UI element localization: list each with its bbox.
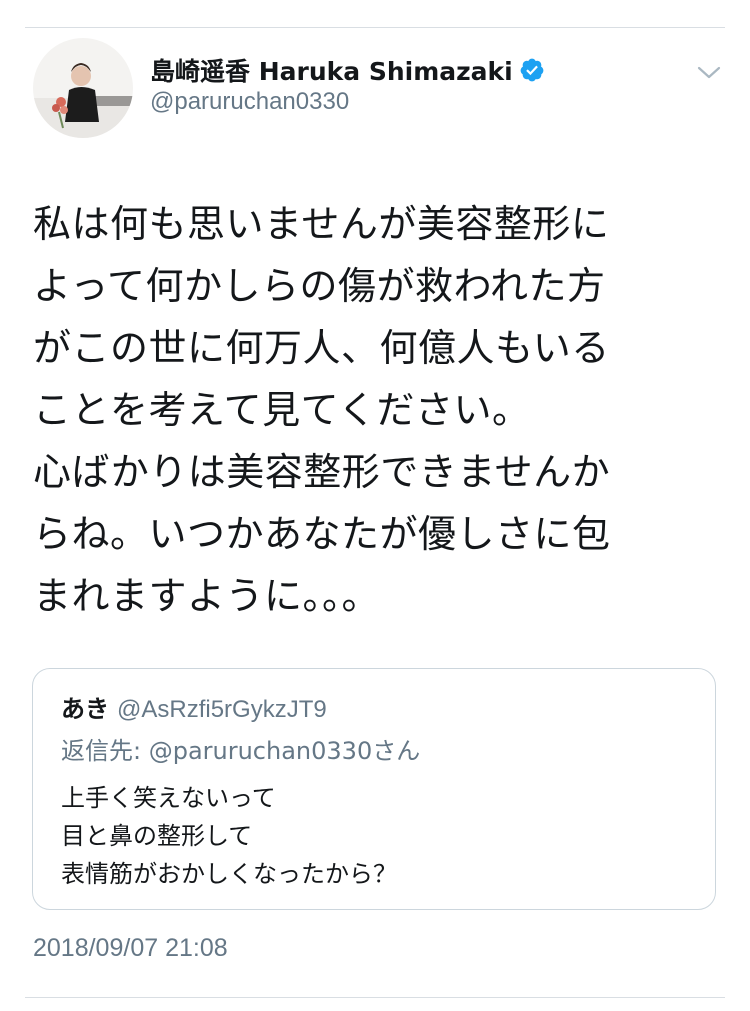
quoted-line: 表情筋がおかしくなったから？ — [61, 860, 397, 888]
quoted-line: 上手く笑えないって — [61, 784, 276, 812]
tweet-line: ことを考えて見てください。 — [33, 388, 531, 432]
top-divider — [25, 27, 725, 28]
author-display-name[interactable]: 島崎遥香 Haruka Shimazaki — [150, 52, 513, 88]
quoted-author-name: あき — [61, 695, 109, 723]
tweet-line: らね。いつかあなたが優しさに包 — [33, 512, 611, 556]
tweet-line: 心ばかりは美容整形できませんか — [33, 450, 611, 494]
quoted-reply-to: 返信先: @paruruchan0330さん — [61, 737, 421, 765]
tweet-line: がこの世に何万人、何億人もいる — [33, 326, 610, 370]
tweet-line: 私は何も思いませんが美容整形に — [33, 202, 610, 246]
author-handle[interactable]: @paruruchan0330 — [150, 88, 349, 116]
chevron-down-icon[interactable] — [694, 60, 724, 84]
tweet-timestamp[interactable]: 2018/09/07 21:08 — [33, 934, 228, 963]
quoted-tweet-header: あき @AsRzfi5rGykzJT9 — [61, 689, 327, 724]
author-name-row[interactable]: 島崎遥香 Haruka Shimazaki — [150, 52, 545, 88]
avatar-image — [33, 38, 133, 138]
quoted-author-handle: @AsRzfi5rGykzJT9 — [117, 696, 327, 723]
quoted-tweet-text: 上手く笑えないって 目と鼻の整形して 表情筋がおかしくなったから？ — [61, 779, 397, 893]
verified-badge-icon — [520, 58, 544, 82]
tweet-line: よって何かしらの傷が救われた方 — [33, 264, 606, 308]
tweet-text: 私は何も思いませんが美容整形に よって何かしらの傷が救われた方 がこの世に何万人… — [33, 193, 723, 627]
avatar[interactable] — [33, 38, 133, 138]
bottom-divider — [25, 997, 725, 998]
tweet-line: まれますように。。。 — [33, 574, 381, 618]
quoted-line: 目と鼻の整形して — [61, 822, 253, 850]
quoted-tweet-card[interactable]: あき @AsRzfi5rGykzJT9 返信先: @paruruchan0330さ… — [32, 668, 716, 910]
